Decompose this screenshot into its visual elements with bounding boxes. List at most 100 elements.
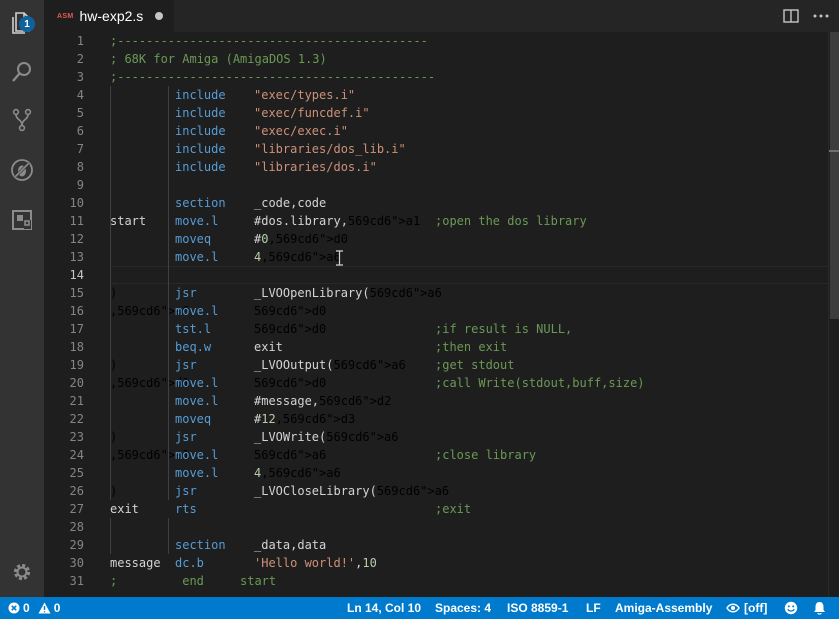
debug-icon[interactable] <box>6 154 38 186</box>
code-line[interactable]: 30 message dc.b 'Hello world!',10 <box>44 554 828 572</box>
tab-hw-exp2[interactable]: ASM hw-exp2.s <box>44 0 174 32</box>
language-mode[interactable]: Amiga-Assembly <box>615 597 712 619</box>
line-number: 27 <box>69 502 84 516</box>
split-editor-icon[interactable] <box>782 7 800 25</box>
code-content: jsr _LVOWrite(569cd6">a6) <box>110 430 399 444</box>
line-number: 11 <box>69 214 84 228</box>
code-line[interactable]: 11 start move.l #dos.library,569cd6">a1 ;ope… <box>44 212 828 230</box>
code-content: move.l 569cd6">d0,569cd6">d1 ;call Write(s… <box>110 376 645 390</box>
line-number: 24 <box>69 448 84 462</box>
code-line[interactable]: 15 jsr _LVOOpenLibrary(569cd6">a6) <box>44 284 828 302</box>
scrollbar-thumb[interactable] <box>830 32 839 319</box>
line-number: 12 <box>69 232 84 246</box>
warning-count: 0 <box>53 601 61 615</box>
code-content: jsr _LVOOutput(569cd6">a6) ;get stdout <box>110 358 515 372</box>
activity-bar: 1 <box>0 0 44 597</box>
indentation[interactable]: Spaces: 4 <box>435 597 491 619</box>
code-line[interactable]: 8 include "libraries/dos.i" <box>44 158 828 176</box>
code-content: move.l 569cd6">d0,569cd6">a6 <box>110 304 327 318</box>
tab-bar: ASM hw-exp2.s <box>44 0 839 32</box>
code-line[interactable]: 19 jsr _LVOOutput(569cd6">a6) ;get stdout <box>44 356 828 374</box>
preview-toggle[interactable]: [off] <box>726 597 767 619</box>
explorer-icon[interactable]: 1 <box>6 6 38 38</box>
line-number: 7 <box>76 142 84 156</box>
line-number: 19 <box>69 358 84 372</box>
line-number: 26 <box>69 484 84 498</box>
line-number: 23 <box>69 430 84 444</box>
end-of-line[interactable]: LF <box>586 597 601 619</box>
code-line[interactable]: 26 jsr _LVOCloseLibrary(569cd6">a6) <box>44 482 828 500</box>
line-number: 14 <box>69 268 84 282</box>
code-line[interactable]: 28 <box>44 518 828 536</box>
code-line[interactable]: 12 moveq #0,569cd6">d0 <box>44 230 828 248</box>
code-line[interactable]: 16 move.l 569cd6">d0,569cd6">a6 <box>44 302 828 320</box>
code-line[interactable]: 24 move.l 569cd6">a6,569cd6">a1 ;close libr… <box>44 446 828 464</box>
line-number: 31 <box>69 574 84 588</box>
line-number: 22 <box>69 412 84 426</box>
line-number: 2 <box>76 52 84 66</box>
line-number: 10 <box>69 196 84 210</box>
vertical-scrollbar[interactable] <box>828 32 839 597</box>
code-line[interactable]: 25 move.l 4,569cd6">a6 <box>44 464 828 482</box>
search-icon[interactable] <box>6 56 38 88</box>
code-content: ;---------------------------------------… <box>110 70 436 84</box>
extensions-icon[interactable] <box>6 204 38 236</box>
indent-guide <box>168 86 169 500</box>
line-number: 4 <box>76 88 84 102</box>
warning-icon <box>38 602 51 614</box>
code-line[interactable]: 13 move.l 4,569cd6">a6 <box>44 248 828 266</box>
code-line[interactable]: 20 move.l 569cd6">d0,569cd6">d1 ;call Write… <box>44 374 828 392</box>
unsaved-dot-icon[interactable] <box>155 12 164 20</box>
code-line[interactable]: 9 <box>44 176 828 194</box>
eye-icon <box>726 603 740 613</box>
code-line[interactable]: 17 tst.l 569cd6">d0 ;if result is NULL, <box>44 320 828 338</box>
line-number: 20 <box>69 376 84 390</box>
indent-guide <box>110 86 111 500</box>
error-count: 0 <box>23 601 30 615</box>
code-line[interactable]: 5 include "exec/funcdef.i" <box>44 104 828 122</box>
code-line[interactable]: 18 beq.w exit ;then exit <box>44 338 828 356</box>
code-line[interactable]: 29 section _data,data <box>44 536 828 554</box>
code-line[interactable]: 27 exit rts ;exit <box>44 500 828 518</box>
line-number: 5 <box>76 106 84 120</box>
error-icon <box>8 602 20 614</box>
tab-filename: hw-exp2.s <box>79 8 144 24</box>
overview-ruler-cursor <box>829 150 839 152</box>
indent-guide <box>110 518 111 554</box>
file-encoding[interactable]: ISO 8859-1 <box>507 597 568 619</box>
notifications-bell-icon[interactable] <box>813 597 826 619</box>
line-number: 17 <box>69 322 84 336</box>
code-line[interactable]: 2 ; 68K for Amiga (AmigaDOS 1.3) <box>44 50 828 68</box>
line-number: 29 <box>69 538 84 552</box>
code-editor[interactable]: 1 ;--------------------------------------… <box>44 32 839 597</box>
code-line[interactable]: 31; end start <box>44 572 828 590</box>
line-number: 18 <box>69 340 84 354</box>
code-content: move.l 569cd6">a6,569cd6">a1 ;close librar… <box>110 448 537 462</box>
code-line[interactable]: 23 jsr _LVOWrite(569cd6">a6) <box>44 428 828 446</box>
code-content: ; 68K for Amiga (AmigaDOS 1.3) <box>110 52 327 66</box>
more-actions-icon[interactable] <box>812 7 830 25</box>
status-bar: 0 0 Ln 14, Col 10 Spaces: 4 ISO 8859-1 L… <box>0 597 839 619</box>
line-number: 28 <box>69 520 84 534</box>
code-line[interactable]: 7 include "libraries/dos_lib.i" <box>44 140 828 158</box>
cursor-position[interactable]: Ln 14, Col 10 <box>347 597 421 619</box>
problems-indicator[interactable]: 0 0 <box>8 597 60 619</box>
code-line[interactable]: 1 ;--------------------------------------… <box>44 32 828 50</box>
line-number: 8 <box>76 160 84 174</box>
line-number: 6 <box>76 124 84 138</box>
code-line[interactable]: 4 include "exec/types.i" <box>44 86 828 104</box>
code-line[interactable]: 10 section _code,code <box>44 194 828 212</box>
code-line[interactable]: 21 move.l #message,569cd6">d2 <box>44 392 828 410</box>
code-line[interactable]: 22 moveq #12,569cd6">d3 <box>44 410 828 428</box>
gear-icon[interactable] <box>6 556 38 588</box>
text-cursor-icon <box>335 250 344 266</box>
source-control-icon[interactable] <box>6 104 38 136</box>
line-number: 1 <box>76 34 84 48</box>
line-number: 25 <box>69 466 84 480</box>
feedback-smiley-icon[interactable] <box>784 597 798 619</box>
code-line[interactable]: 6 include "exec/exec.i" <box>44 122 828 140</box>
line-number: 3 <box>76 70 84 84</box>
code-line[interactable]: 14 <box>44 266 828 284</box>
code-line[interactable]: 3 ;--------------------------------------… <box>44 68 828 86</box>
code-content: jsr _LVOCloseLibrary(569cd6">a6) <box>110 484 450 498</box>
